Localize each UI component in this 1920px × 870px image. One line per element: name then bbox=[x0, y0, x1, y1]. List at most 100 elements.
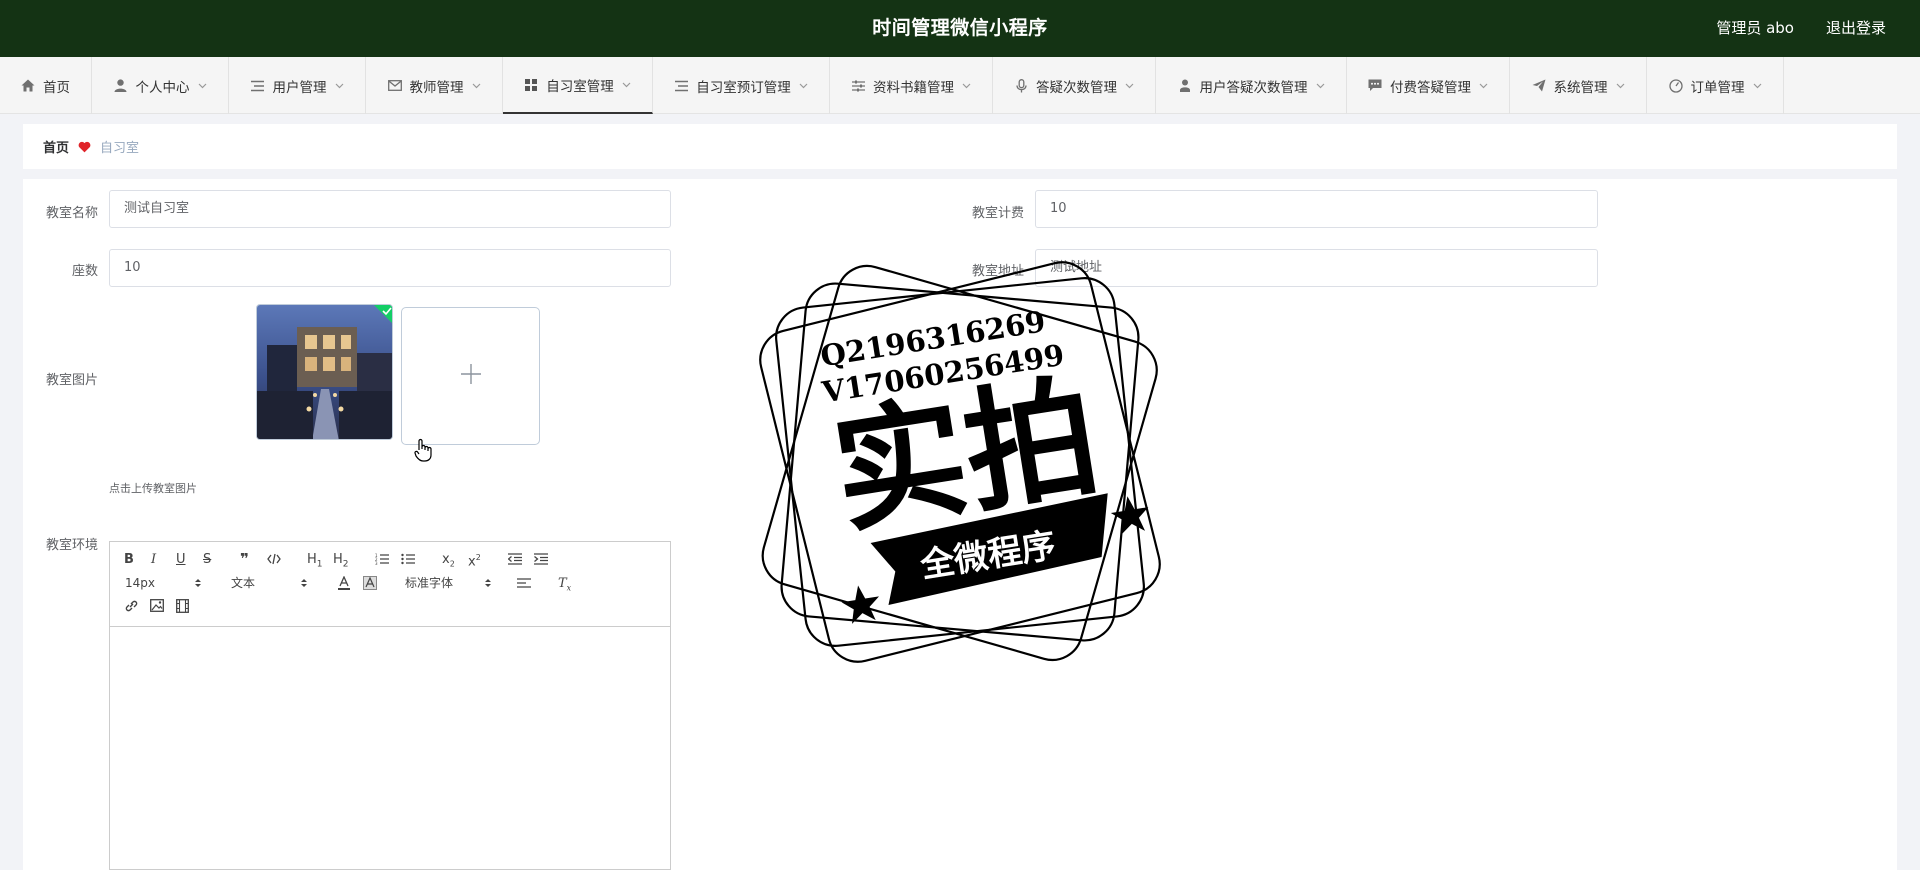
nav-item-label: 系统管理 bbox=[1553, 79, 1608, 96]
app-title: 时间管理微信小程序 bbox=[872, 17, 1048, 39]
nav-item-11[interactable]: 订单管理 bbox=[1647, 57, 1784, 114]
chevron-down-icon bbox=[1616, 81, 1625, 90]
rich-text-editor: B I U S ❞ H1 H2 123 x2 x2 14px 文本 标准字体 T… bbox=[109, 541, 671, 870]
font-family-value: 标准字体 bbox=[405, 576, 454, 590]
fee-input[interactable]: 10 bbox=[1035, 190, 1598, 228]
mail-icon bbox=[387, 79, 402, 93]
nav-item-label: 首页 bbox=[43, 79, 70, 96]
indent-icon[interactable] bbox=[534, 553, 548, 565]
text-color-icon[interactable] bbox=[337, 576, 351, 590]
video-icon[interactable] bbox=[176, 599, 189, 613]
list-icon bbox=[251, 79, 265, 93]
chevron-down-icon bbox=[799, 81, 808, 90]
background-color-icon[interactable] bbox=[363, 576, 377, 590]
chevron-down-icon bbox=[472, 81, 481, 90]
nav-item-label: 订单管理 bbox=[1690, 79, 1745, 96]
heart-icon bbox=[78, 141, 91, 153]
ordered-list-icon[interactable]: 123 bbox=[375, 553, 389, 565]
current-user: 管理员 abo bbox=[1716, 19, 1794, 37]
editor-toolbar: B I U S ❞ H1 H2 123 x2 x2 14px 文本 标准字体 T… bbox=[110, 542, 670, 627]
chat-icon bbox=[1368, 79, 1382, 93]
gauge-icon bbox=[1668, 78, 1683, 93]
env-label: 教室环境 bbox=[45, 538, 98, 553]
top-header: 时间管理微信小程序 管理员 abo 退出登录 bbox=[0, 0, 1920, 57]
nav-item-2[interactable]: 用户管理 bbox=[229, 57, 366, 114]
nav-item-label: 付费答疑管理 bbox=[1390, 79, 1471, 96]
logout-link[interactable]: 退出登录 bbox=[1826, 0, 1886, 57]
breadcrumb-current: 自习室 bbox=[100, 141, 140, 156]
underline-button[interactable]: U bbox=[176, 552, 186, 568]
nav-item-10[interactable]: 系统管理 bbox=[1510, 57, 1647, 114]
header-select[interactable]: 文本 bbox=[231, 575, 307, 591]
outdent-icon[interactable] bbox=[508, 553, 522, 565]
bold-button[interactable]: B bbox=[124, 552, 134, 568]
blockquote-icon[interactable]: ❞ bbox=[240, 551, 249, 567]
font-size-value: 14px bbox=[125, 576, 155, 590]
chevron-down-icon bbox=[335, 81, 344, 90]
home-icon bbox=[21, 79, 35, 93]
editor-content-area[interactable] bbox=[110, 627, 670, 869]
header-select-value: 文本 bbox=[231, 576, 256, 590]
chevron-down-icon bbox=[198, 81, 207, 90]
nav-item-3[interactable]: 教师管理 bbox=[366, 57, 503, 114]
room-name-input[interactable]: 测试自习室 bbox=[109, 190, 671, 228]
font-size-select[interactable]: 14px bbox=[125, 575, 201, 591]
nav-item-7[interactable]: 答疑次数管理 bbox=[993, 57, 1156, 114]
image-label: 教室图片 bbox=[45, 373, 98, 388]
uploaded-image-thumbnail[interactable] bbox=[256, 304, 393, 440]
superscript-button[interactable]: x2 bbox=[468, 550, 481, 570]
fee-label: 教室计费 bbox=[971, 206, 1024, 221]
font-family-select[interactable]: 标准字体 bbox=[405, 575, 491, 591]
nav-item-label: 自习室预订管理 bbox=[696, 79, 791, 96]
clear-format-button[interactable]: Tx bbox=[558, 576, 571, 597]
address-label: 教室地址 bbox=[971, 264, 1024, 279]
address-input[interactable]: 测试地址 bbox=[1035, 249, 1598, 287]
chevron-down-icon bbox=[962, 81, 971, 90]
align-icon[interactable] bbox=[517, 577, 531, 589]
link-icon[interactable] bbox=[124, 599, 139, 613]
grid-icon bbox=[524, 78, 538, 92]
nav-item-0[interactable]: 首页 bbox=[0, 57, 92, 114]
header1-button[interactable]: H1 bbox=[307, 552, 323, 573]
nav-item-label: 自习室管理 bbox=[546, 78, 614, 95]
hand-cursor-icon bbox=[414, 438, 432, 466]
image-upload-button[interactable] bbox=[401, 307, 540, 445]
room-name-label: 教室名称 bbox=[45, 206, 98, 221]
nav-item-label: 教师管理 bbox=[409, 79, 464, 96]
strike-button[interactable]: S bbox=[203, 552, 211, 568]
header2-button[interactable]: H2 bbox=[333, 552, 349, 573]
sliders-icon bbox=[851, 79, 865, 93]
image-icon[interactable] bbox=[150, 599, 164, 612]
upload-tip: 点击上传教室图片 bbox=[109, 482, 197, 495]
nav-item-8[interactable]: 用户答疑次数管理 bbox=[1156, 57, 1347, 114]
nav-item-label: 个人中心 bbox=[135, 79, 190, 96]
chevron-down-icon bbox=[1753, 81, 1762, 90]
nav-item-label: 资料书籍管理 bbox=[873, 79, 954, 96]
subscript-button[interactable]: x2 bbox=[442, 552, 455, 573]
chevron-down-icon bbox=[622, 80, 631, 89]
svg-text:3: 3 bbox=[375, 561, 378, 565]
plus-icon bbox=[459, 362, 483, 390]
bullet-list-icon[interactable] bbox=[401, 553, 415, 565]
chevron-down-icon bbox=[1316, 81, 1325, 90]
breadcrumb-home[interactable]: 首页 bbox=[43, 137, 69, 156]
list-icon bbox=[674, 79, 688, 93]
main-nav: 首页 个人中心 用户管理 教师管理 自习室管理 自习室预订管理 资料书籍管理 答疑次数管理 用户… bbox=[0, 57, 1920, 114]
nav-item-9[interactable]: 付费答疑管理 bbox=[1347, 57, 1510, 114]
italic-button[interactable]: I bbox=[151, 552, 156, 568]
chevron-down-icon bbox=[1479, 81, 1488, 90]
chevron-down-icon bbox=[1125, 81, 1134, 90]
seats-input[interactable]: 10 bbox=[109, 249, 671, 287]
code-block-icon[interactable] bbox=[267, 553, 281, 565]
nav-item-label: 答疑次数管理 bbox=[1036, 79, 1117, 96]
breadcrumb: 首页 自习室 bbox=[23, 124, 1897, 169]
send-icon bbox=[1532, 79, 1546, 93]
nav-item-5[interactable]: 自习室预订管理 bbox=[653, 57, 830, 114]
nav-item-label: 用户管理 bbox=[272, 79, 327, 96]
user-icon bbox=[114, 79, 128, 93]
nav-item-6[interactable]: 资料书籍管理 bbox=[830, 57, 993, 114]
seats-label: 座数 bbox=[71, 264, 98, 279]
nav-item-4[interactable]: 自习室管理 bbox=[503, 57, 653, 114]
nav-item-1[interactable]: 个人中心 bbox=[92, 57, 229, 114]
nav-item-label: 用户答疑次数管理 bbox=[1199, 79, 1308, 96]
